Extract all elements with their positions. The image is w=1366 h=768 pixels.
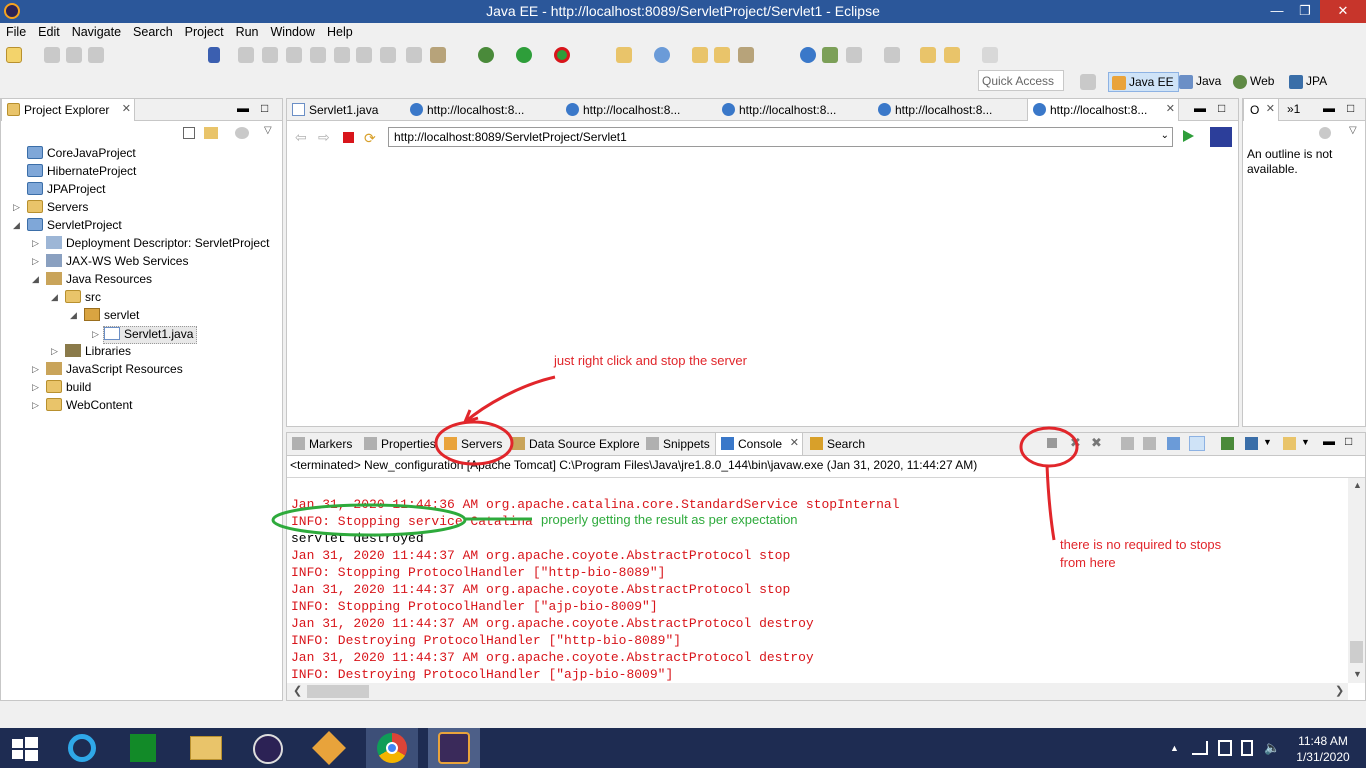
- annotation-circle-servers-tab: [434, 420, 514, 466]
- taskbar-store[interactable]: [118, 728, 170, 768]
- network-icon[interactable]: [1192, 741, 1208, 755]
- action-center-icon[interactable]: [1218, 740, 1232, 756]
- taskbar-internet-explorer[interactable]: [56, 728, 108, 768]
- folder-icon: [190, 736, 222, 760]
- annotation-overlay: [271, 375, 1079, 541]
- annotation-result: properly getting the result as per expec…: [541, 512, 798, 527]
- annotation-stop-server: just right click and stop the server: [554, 353, 747, 368]
- taskbar-clock[interactable]: 11:48 AM 1/31/2020: [1288, 733, 1358, 765]
- annotation-circle-servlet-destroyed: [271, 503, 467, 537]
- taskbar-eclipse[interactable]: [242, 728, 294, 768]
- battery-icon[interactable]: [1241, 740, 1253, 756]
- chrome-icon: [377, 733, 407, 763]
- annotation-no-stop-line2: from here: [1060, 555, 1116, 570]
- annotation-line-red: [1045, 464, 1056, 541]
- annotation-no-stop-line1: there is no required to stops: [1060, 537, 1222, 552]
- clock-time: 11:48 AM: [1298, 734, 1348, 748]
- store-icon: [130, 734, 156, 762]
- volume-muted-icon[interactable]: 🔈: [1264, 740, 1280, 756]
- show-hidden-icons-icon[interactable]: ▲: [1170, 743, 1179, 753]
- java-ee-ide-icon: [438, 732, 470, 764]
- start-button[interactable]: [0, 728, 52, 768]
- status-bar: [0, 703, 1366, 728]
- clock-date: 1/31/2020: [1296, 750, 1350, 764]
- ie-icon: [68, 734, 96, 762]
- annotation-circle-stop-button: [1019, 426, 1079, 468]
- annotation-arrow-red: [464, 375, 556, 424]
- eclipse-icon: [253, 734, 283, 764]
- windows-taskbar: ▲ 🔈: [0, 728, 1366, 768]
- taskbar-eclipse-javaee[interactable]: [428, 728, 480, 768]
- taskbar-git[interactable]: [304, 728, 356, 768]
- taskbar-chrome[interactable]: [366, 728, 418, 768]
- windows-logo-icon: [12, 739, 23, 748]
- taskbar-file-explorer[interactable]: [180, 728, 232, 768]
- git-icon: [312, 731, 346, 765]
